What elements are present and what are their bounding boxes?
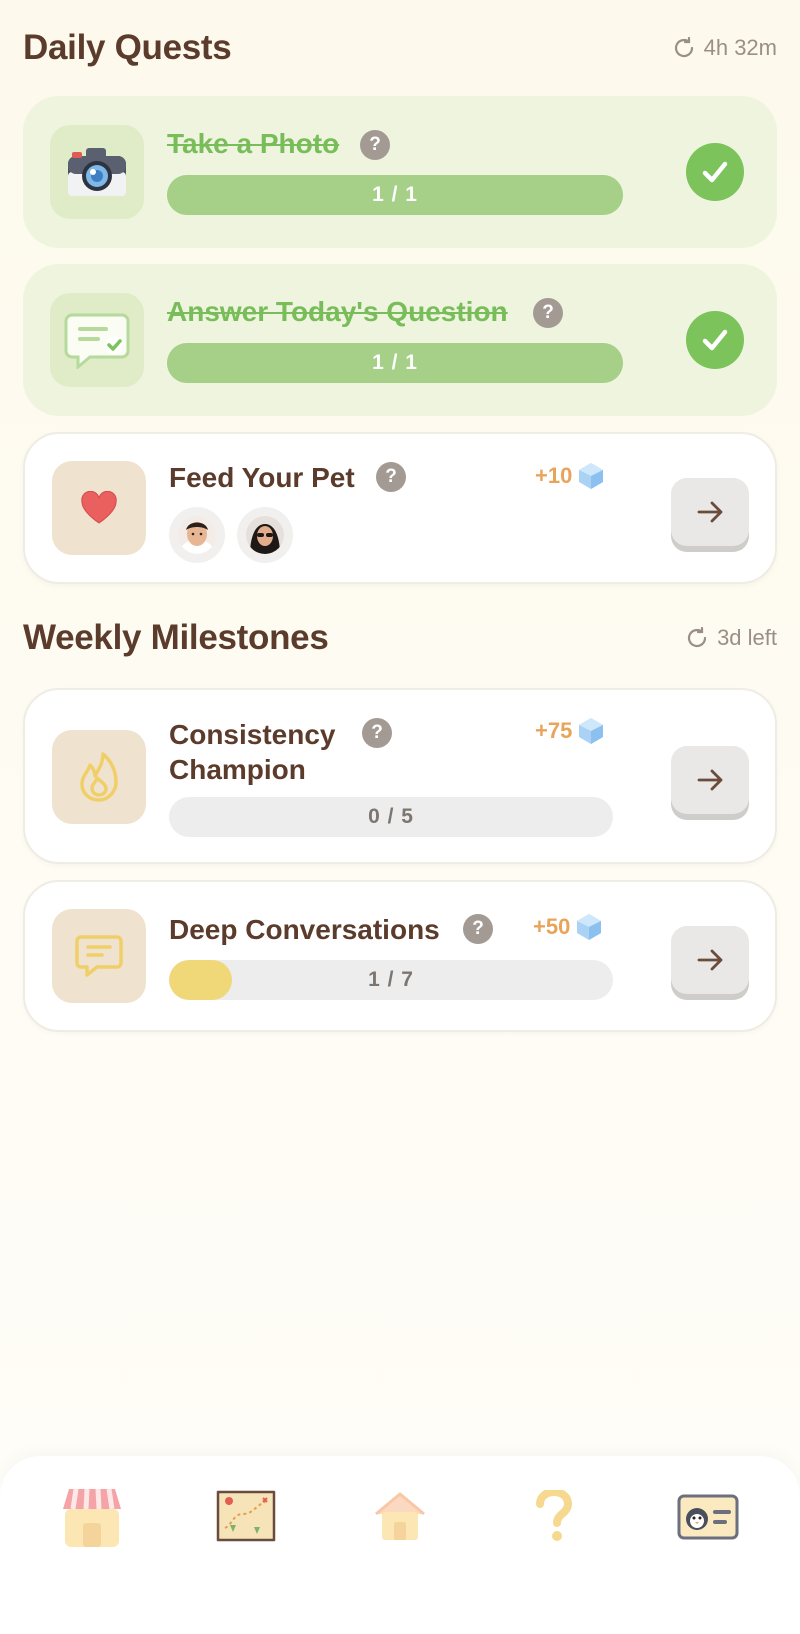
gem-icon	[579, 718, 604, 744]
gem-icon	[577, 914, 602, 940]
progress-bar: 1 / 7	[169, 960, 613, 1000]
heart-icon	[52, 461, 146, 555]
quest-card[interactable]: Take a Photo ? 1 / 1	[23, 96, 777, 248]
reward-amount: +50	[533, 914, 571, 939]
profile-card-icon	[677, 1494, 739, 1540]
progress-label: 1 / 1	[372, 351, 418, 374]
timer: 3d left	[685, 625, 777, 651]
tab-home[interactable]	[362, 1478, 438, 1554]
quest-card[interactable]: Feed Your Pet ? +10	[23, 432, 777, 584]
flame-icon	[52, 730, 146, 824]
arrow-right-icon	[697, 769, 723, 791]
tab-profile[interactable]	[670, 1478, 746, 1554]
reward-badge: +50	[533, 912, 604, 942]
home-icon	[375, 1492, 425, 1540]
go-button[interactable]	[671, 746, 749, 814]
progress-bar: 1 / 1	[167, 175, 623, 215]
progress-label: 1 / 7	[368, 968, 414, 991]
go-button[interactable]	[671, 478, 749, 546]
quest-title: Feed Your Pet	[169, 462, 355, 493]
help-icon[interactable]: ?	[463, 914, 493, 944]
refresh-icon	[674, 36, 693, 58]
arrow-right-icon	[697, 949, 723, 971]
help-icon[interactable]: ?	[376, 462, 406, 492]
map-icon	[216, 1490, 276, 1542]
timer-text: 4h 32m	[703, 35, 777, 60]
gem-icon	[579, 463, 604, 489]
milestone-title: Consistency Champion	[169, 719, 336, 785]
help-icon[interactable]: ?	[360, 130, 390, 160]
timer: 4h 32m	[672, 35, 777, 61]
quest-title: Take a Photo	[167, 128, 340, 159]
tab-help[interactable]	[516, 1478, 592, 1554]
arrow-right-icon	[697, 501, 723, 523]
reward-badge: +75	[535, 716, 606, 746]
checkmark-icon	[686, 311, 744, 369]
help-icon[interactable]: ?	[533, 298, 563, 328]
chat-check-icon	[50, 293, 144, 387]
quest-title: Answer Today's Question	[167, 296, 508, 327]
weekly-milestones-header: Weekly Milestones 3d left	[23, 618, 777, 658]
section-title: Weekly Milestones	[23, 618, 329, 657]
avatar	[169, 507, 225, 563]
checkmark-icon	[686, 143, 744, 201]
question-icon	[536, 1490, 573, 1541]
shop-icon	[63, 1488, 121, 1547]
message-icon	[52, 909, 146, 1003]
camera-icon	[50, 125, 144, 219]
quest-card[interactable]: Answer Today's Question ? 1 / 1	[23, 264, 777, 416]
progress-bar: 1 / 1	[167, 343, 623, 383]
go-button[interactable]	[671, 926, 749, 994]
milestone-card[interactable]: Deep Conversations ? +50 1 / 7	[23, 880, 777, 1032]
reward-amount: +10	[535, 463, 573, 488]
progress-label: 0 / 5	[368, 805, 414, 828]
progress-bar: 0 / 5	[169, 797, 613, 837]
reward-amount: +75	[535, 718, 573, 743]
avatar	[237, 507, 293, 563]
progress-label: 1 / 1	[372, 183, 418, 206]
tab-shop[interactable]	[54, 1478, 130, 1554]
milestone-title: Deep Conversations	[169, 914, 440, 945]
daily-quests-header: Daily Quests 4h 32m	[23, 28, 777, 68]
section-title: Daily Quests	[23, 28, 232, 67]
milestone-card[interactable]: Consistency Champion ? +75 0 / 5	[23, 688, 777, 864]
refresh-icon	[687, 626, 707, 648]
help-icon[interactable]: ?	[362, 718, 392, 748]
timer-text: 3d left	[717, 625, 777, 650]
reward-badge: +10	[535, 461, 606, 491]
bottom-tab-bar	[0, 1456, 800, 1634]
tab-map[interactable]	[208, 1478, 284, 1554]
